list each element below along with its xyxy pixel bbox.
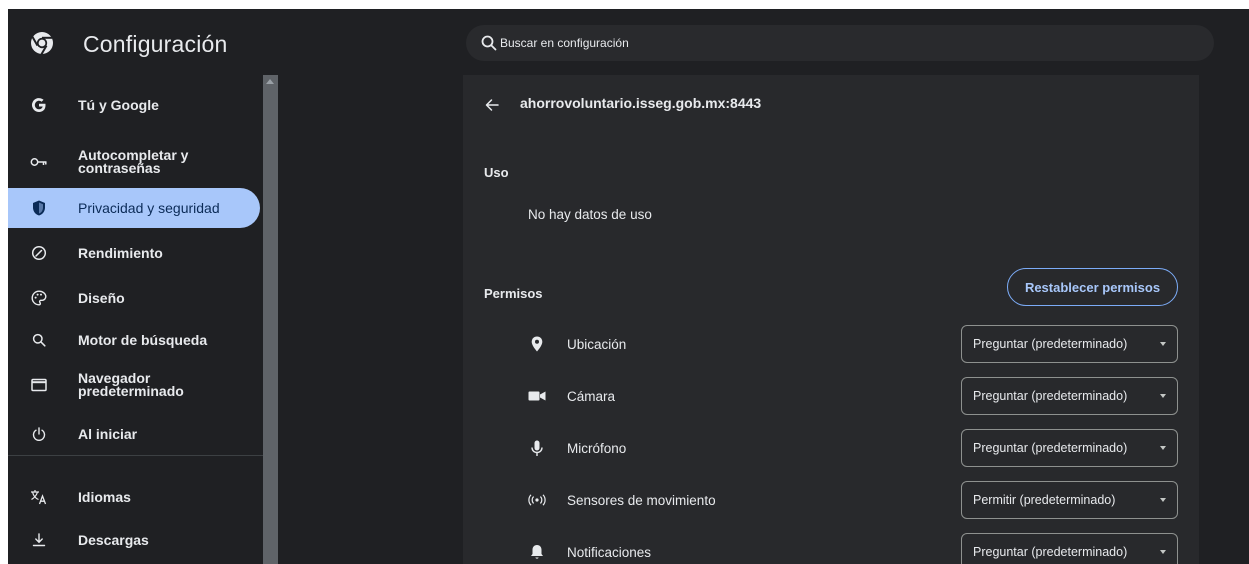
reset-permissions-button[interactable]: Restablecer permisos [1007,268,1178,306]
sidebar-item-label: Tú y Google [78,96,159,113]
microphone-icon [527,438,547,458]
permission-label: Cámara [567,388,616,404]
chevron-down-icon [1160,498,1166,502]
download-icon [30,531,48,549]
chevron-down-icon [1160,394,1166,398]
chevron-down-icon [1160,550,1166,554]
translate-icon [30,488,48,506]
chevron-down-icon [1160,342,1166,346]
sidebar-item-label: Navegador predeterminado [78,370,184,399]
sidebar: Tú y Google Autocompletar y contraseñas … [8,75,263,564]
google-g-icon [30,96,48,114]
right-gutter [1199,75,1249,564]
select-value: Preguntar (predeterminado) [973,545,1128,559]
sidebar-item-rendimiento[interactable]: Rendimiento [8,233,260,273]
sidebar-item-label: Descargas [78,531,149,548]
permission-row-notificaciones: Notificaciones Preguntar (predeterminado… [463,526,1199,564]
header: Configuración [8,9,1249,75]
permission-select-camara[interactable]: Preguntar (predeterminado) [961,377,1178,415]
sidebar-item-motor-busqueda[interactable]: Motor de búsqueda [8,320,260,360]
sidebar-item-label: Motor de búsqueda [78,331,208,348]
sidebar-item-label: Al iniciar [78,425,138,442]
permission-row-ubicacion: Ubicación Preguntar (predeterminado) [463,318,1199,370]
permission-select-sensores[interactable]: Permitir (predeterminado) [961,481,1178,519]
sidebar-item-privacidad[interactable]: Privacidad y seguridad [8,188,260,228]
motion-sensor-icon [527,490,547,510]
permissions-heading: Permisos [484,286,543,301]
sidebar-item-autocompletar[interactable]: Autocompletar y contraseñas [8,142,260,182]
sidebar-item-label: Rendimiento [78,244,163,261]
power-icon [30,425,48,443]
select-value: Preguntar (predeterminado) [973,389,1128,403]
select-value: Preguntar (predeterminado) [973,337,1128,351]
shield-icon [30,199,48,217]
camera-icon [527,386,547,406]
select-value: Permitir (predeterminado) [973,493,1116,507]
sidebar-divider [8,455,263,456]
search-icon [30,331,48,349]
site-origin: ahorrovoluntario.isseg.gob.mx:8443 [520,95,762,111]
permission-row-sensores: Sensores de movimiento Permitir (predete… [463,474,1199,526]
palette-icon [30,289,48,307]
permission-label: Notificaciones [567,544,652,560]
sidebar-item-descargas[interactable]: Descargas [8,520,260,560]
chevron-down-icon [1160,446,1166,450]
permission-label: Micrófono [567,440,627,456]
select-value: Preguntar (predeterminado) [973,441,1128,455]
back-arrow-icon[interactable] [484,97,500,113]
permission-select-ubicacion[interactable]: Preguntar (predeterminado) [961,325,1178,363]
sidebar-item-diseno[interactable]: Diseño [8,278,260,318]
key-icon [30,153,48,171]
sidebar-item-navegador-predeterminado[interactable]: Navegador predeterminado [8,365,260,405]
sidebar-item-idiomas[interactable]: Idiomas [8,477,260,517]
sidebar-item-al-iniciar[interactable]: Al iniciar [8,414,260,454]
sidebar-item-label: Autocompletar y contraseñas [78,147,189,176]
permission-select-microfono[interactable]: Preguntar (predeterminado) [961,429,1178,467]
scroll-up-arrow-icon[interactable] [266,79,274,84]
search-box[interactable] [466,25,1214,61]
browser-window-icon [30,376,48,394]
scrollbar-thumb[interactable] [263,75,278,564]
permission-label: Sensores de movimiento [567,492,716,508]
usage-text: No hay datos de uso [528,207,652,222]
chrome-logo-icon [31,32,53,55]
sidebar-item-tu-y-google[interactable]: Tú y Google [8,85,260,125]
permission-row-camara: Cámara Preguntar (predeterminado) [463,370,1199,422]
search-input[interactable] [500,25,1200,61]
bell-icon [527,542,547,562]
sidebar-item-label: Diseño [78,289,125,306]
sidebar-item-label: Idiomas [78,488,131,505]
permission-select-notificaciones[interactable]: Preguntar (predeterminado) [961,533,1178,564]
search-icon [481,35,497,51]
sidebar-item-label: Privacidad y seguridad [78,199,220,216]
location-pin-icon [527,334,547,354]
usage-heading: Uso [484,165,509,180]
sidebar-scrollbar[interactable] [263,75,278,564]
permission-row-microfono: Micrófono Preguntar (predeterminado) [463,422,1199,474]
speedometer-icon [30,244,48,262]
site-settings-card: ahorrovoluntario.isseg.gob.mx:8443 Uso N… [463,75,1199,564]
settings-window: Configuración Tú y Google Autocompletar … [8,9,1249,564]
permission-label: Ubicación [567,336,627,352]
page-title: Configuración [83,31,228,57]
